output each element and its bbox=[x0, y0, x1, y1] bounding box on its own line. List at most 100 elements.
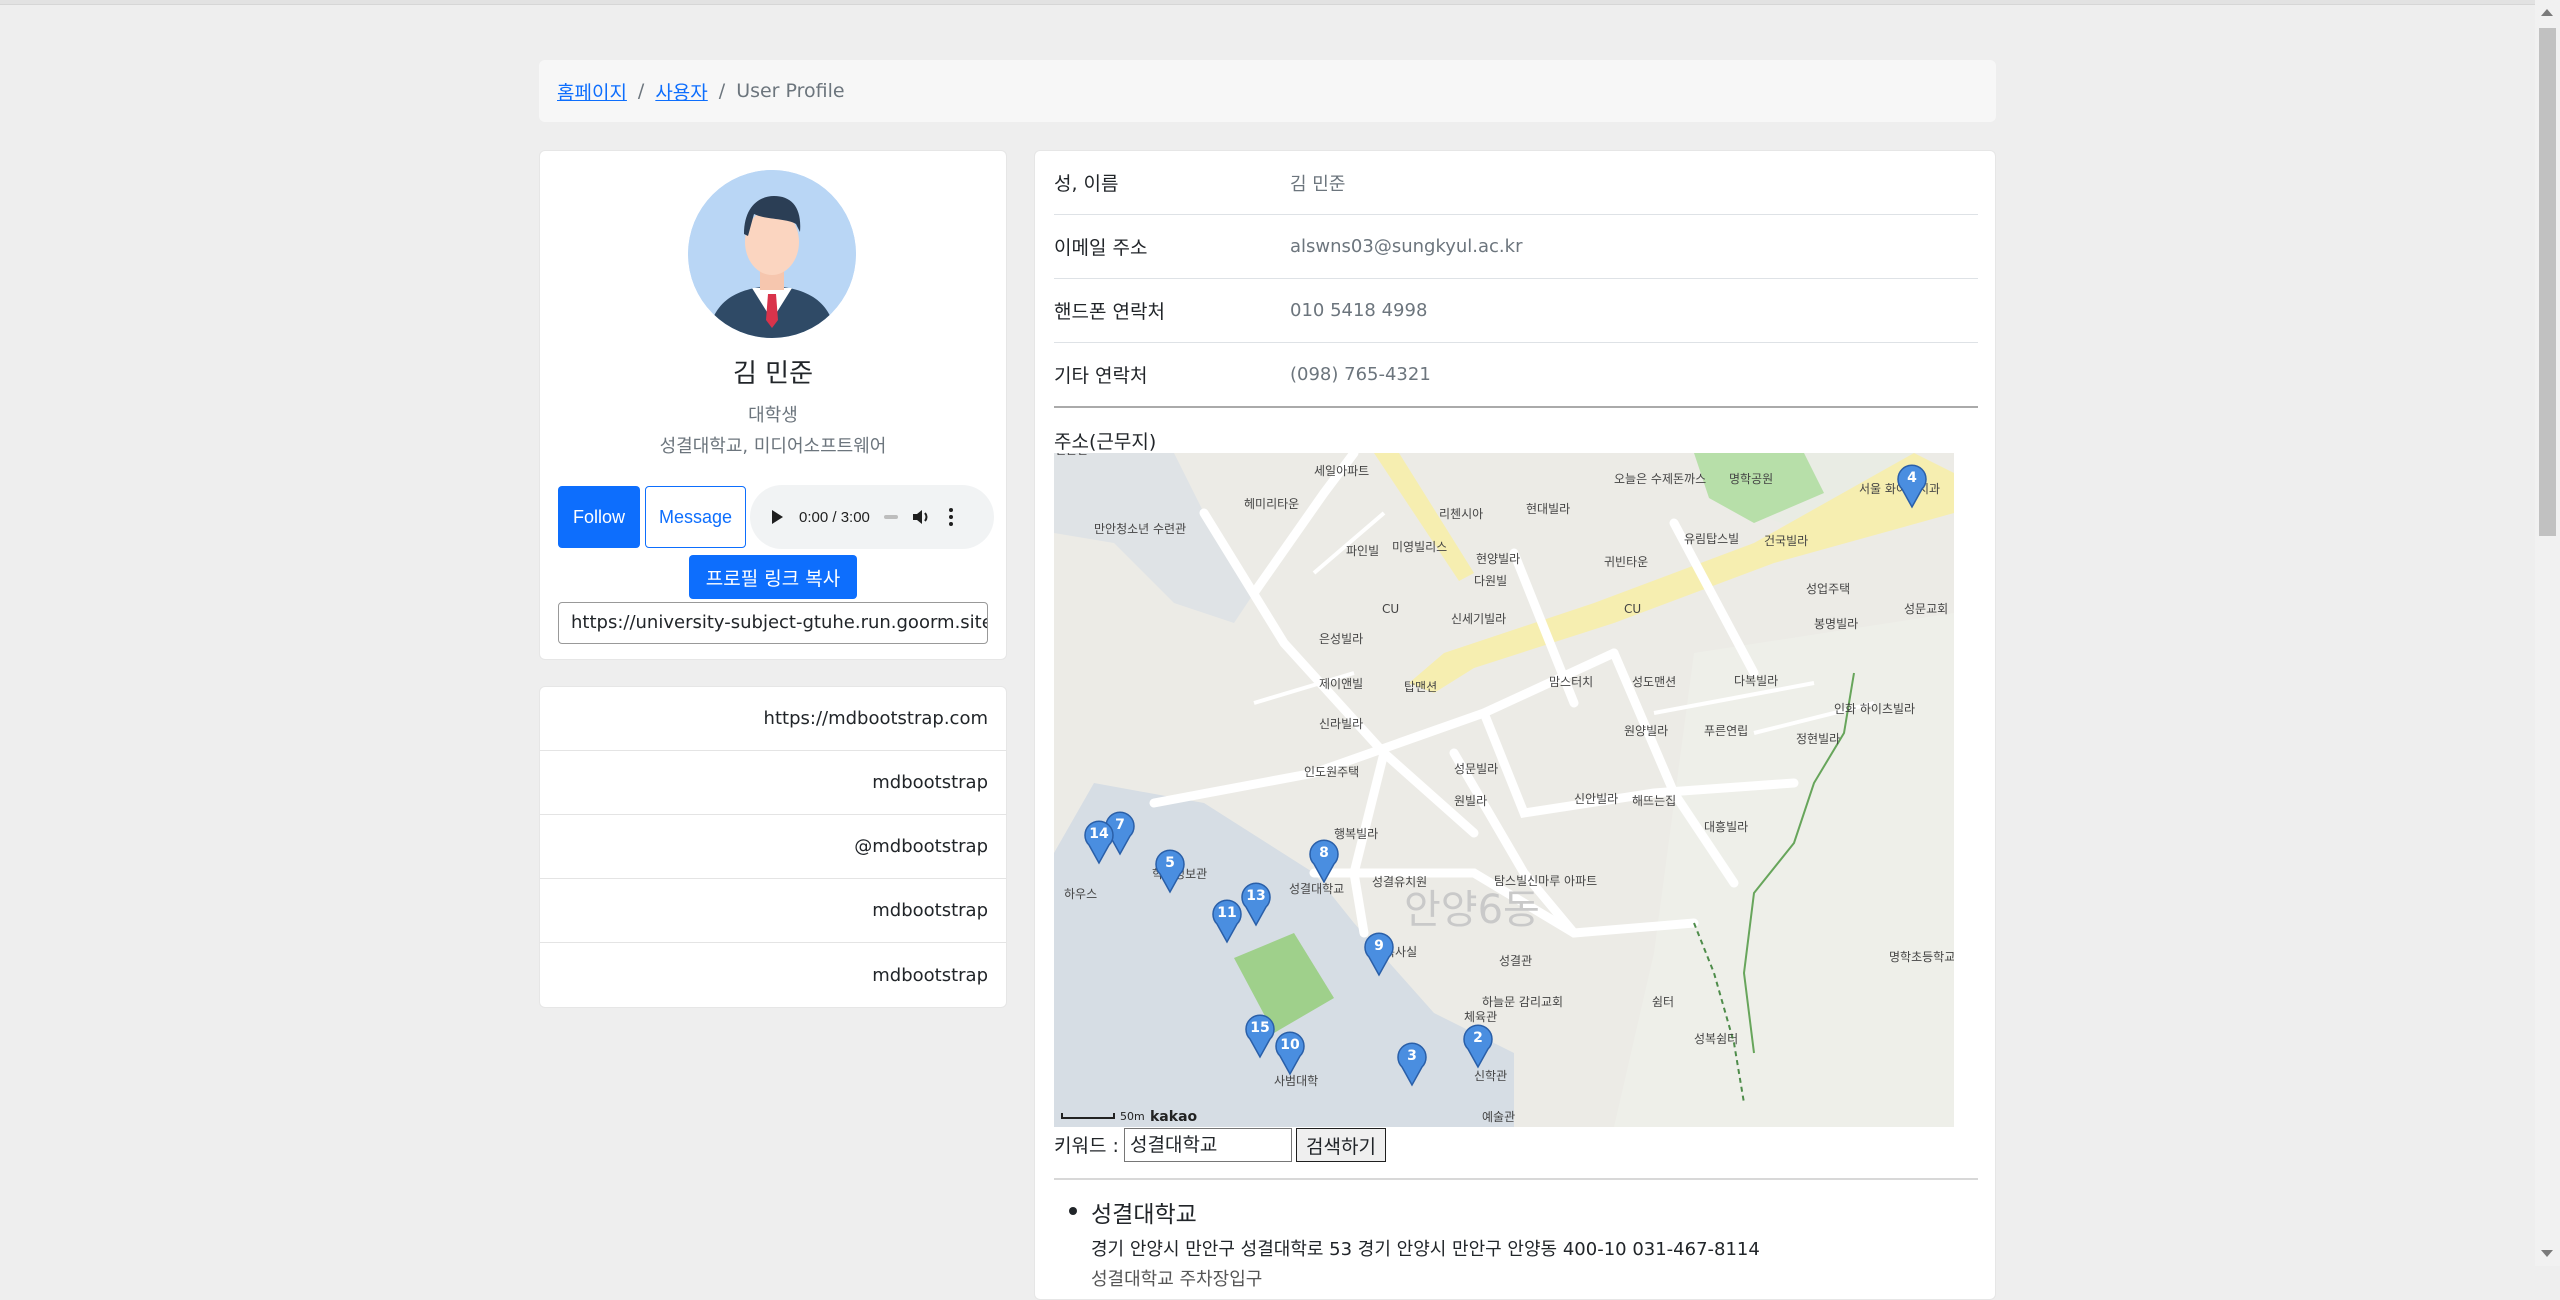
map-place-label: 현양빌라 bbox=[1476, 552, 1520, 566]
breadcrumb: 홈페이지 / 사용자 / User Profile bbox=[539, 60, 1996, 122]
info-value: alswns03@sungkyul.ac.kr bbox=[1290, 236, 1523, 257]
scrollbar-thumb[interactable] bbox=[2539, 28, 2556, 536]
volume-icon[interactable] bbox=[911, 507, 931, 527]
map-place-label: 체육관 bbox=[1464, 1010, 1497, 1024]
profile-organization: 성결대학교, 미디어소프트웨어 bbox=[659, 436, 887, 457]
map-place-label: 성복쉼터 bbox=[1694, 1032, 1738, 1046]
message-button[interactable]: Message bbox=[645, 486, 746, 548]
result-title[interactable]: 성결대학교 bbox=[1091, 1195, 1197, 1229]
info-row-name: 성, 이름 김 민준 bbox=[1054, 151, 1978, 215]
map-place-label: 쉼터 bbox=[1652, 995, 1674, 1009]
map-place-label: 신안빌라 bbox=[1574, 792, 1618, 806]
map-place-label: 제이앤빌 bbox=[1319, 677, 1363, 691]
kakao-map[interactable]: 안양6동 세일아파트 오늘은 수제돈까스 명학공원 서울 화이트치과 헤미리타운 리첸시아… bbox=[1054, 453, 1954, 1127]
info-value: 010 5418 4998 bbox=[1290, 300, 1428, 321]
avatar-person-icon bbox=[688, 170, 856, 338]
search-button[interactable]: 검색하기 bbox=[1296, 1128, 1386, 1162]
breadcrumb-users-link[interactable]: 사용자 bbox=[655, 78, 707, 105]
social-link-instagram[interactable]: mdbootstrap bbox=[540, 879, 1006, 943]
map-canvas[interactable]: 안양6동 세일아파트오늘은 수제돈까스 명학공원서울 화이트치과헤미리타운리첸시아… bbox=[1054, 453, 1954, 1127]
social-link-facebook[interactable]: mdbootstrap bbox=[540, 943, 1006, 1007]
social-link-github[interactable]: mdbootstrap bbox=[540, 751, 1006, 815]
audio-player: 0:00 / 3:00 bbox=[750, 485, 994, 549]
audio-progress-bar[interactable] bbox=[883, 515, 898, 519]
map-place-label: 푸른연립 bbox=[1704, 724, 1748, 738]
map-scale-label: 50m bbox=[1120, 1110, 1145, 1123]
social-link-twitter[interactable]: @mdbootstrap bbox=[540, 815, 1006, 879]
kakao-logo: kakao bbox=[1150, 1109, 1198, 1125]
result-address: 경기 안양시 만안구 성결대학로 53 경기 안양시 만안구 안양동 400-1… bbox=[1091, 1239, 1760, 1260]
keyword-label: 키워드 : bbox=[1054, 1135, 1119, 1157]
divider bbox=[1054, 406, 1978, 408]
play-icon[interactable] bbox=[772, 510, 783, 524]
info-row-email: 이메일 주소 alswns03@sungkyul.ac.kr bbox=[1054, 215, 1978, 279]
map-place-label: 원양빌라 bbox=[1624, 724, 1668, 738]
map-marker-number: 3 bbox=[1407, 1048, 1417, 1064]
breadcrumb-home-link[interactable]: 홈페이지 bbox=[557, 78, 627, 105]
breadcrumb-separator: / bbox=[718, 80, 726, 102]
map-place-label: 봉명빌라 bbox=[1814, 617, 1858, 631]
info-label: 이메일 주소 bbox=[1054, 237, 1148, 259]
more-options-icon[interactable] bbox=[948, 508, 953, 526]
keyword-input[interactable]: 성결대학교 bbox=[1124, 1128, 1292, 1162]
map-place-label: 성문교회 bbox=[1904, 602, 1948, 616]
map-place-label: 은성빌라 bbox=[1319, 632, 1363, 646]
map-place-label: 헤미리타운 bbox=[1244, 497, 1299, 511]
profile-card: 김 민준 대학생 성결대학교, 미디어소프트웨어 Follow Message … bbox=[539, 150, 1007, 660]
map-place-label: 미영빌리스 bbox=[1392, 540, 1447, 554]
map-place-label: 성업주택 bbox=[1806, 582, 1850, 596]
window-top-border bbox=[0, 0, 2535, 5]
info-row-phone: 핸드폰 연락처 010 5418 4998 bbox=[1054, 279, 1978, 343]
map-marker-number: 5 bbox=[1165, 855, 1175, 871]
map-place-label: 성결관 bbox=[1499, 954, 1532, 968]
scroll-up-icon[interactable] bbox=[2541, 9, 2553, 16]
map-place-label: 사범대학 bbox=[1274, 1074, 1318, 1088]
map-marker-number: 2 bbox=[1473, 1030, 1483, 1046]
copy-profile-link-button[interactable]: 프로필 링크 복사 bbox=[689, 555, 857, 599]
map-place-label: 다복빌라 bbox=[1734, 674, 1778, 688]
map-place-label: 현대빌라 bbox=[1526, 502, 1570, 516]
info-label: 기타 연락처 bbox=[1054, 365, 1148, 387]
avatar bbox=[688, 170, 856, 338]
page-scrollbar[interactable] bbox=[2535, 0, 2560, 1266]
map-marker-number: 13 bbox=[1246, 888, 1265, 904]
map-marker-number: 9 bbox=[1374, 938, 1384, 954]
scroll-down-icon[interactable] bbox=[2541, 1250, 2553, 1257]
map-marker-number: 7 bbox=[1115, 817, 1125, 833]
map-place-label: 파인빌 bbox=[1346, 544, 1379, 558]
map-place-label: 탑맨션 bbox=[1404, 680, 1437, 694]
breadcrumb-separator: / bbox=[637, 80, 645, 102]
info-label: 성, 이름 bbox=[1054, 173, 1119, 195]
map-place-label: 대흥빌라 bbox=[1704, 820, 1748, 834]
map-marker-number: 11 bbox=[1217, 905, 1236, 921]
map-place-label: 성결유치원 bbox=[1372, 875, 1427, 889]
map-place-label: 맘스터치 bbox=[1549, 675, 1593, 689]
map-marker-number: 14 bbox=[1089, 826, 1109, 842]
map-place-label: 해뜨는집 bbox=[1632, 794, 1676, 808]
map-marker-number: 10 bbox=[1280, 1037, 1300, 1053]
district-label: 안양6동 bbox=[1404, 887, 1540, 933]
follow-button[interactable]: Follow bbox=[558, 486, 640, 548]
audio-time: 0:00 / 3:00 bbox=[799, 508, 870, 526]
map-place-label: CU bbox=[1624, 602, 1641, 616]
list-bullet bbox=[1069, 1207, 1077, 1215]
profile-name: 김 민준 bbox=[732, 359, 814, 389]
map-place-label: 성문빌라 bbox=[1454, 762, 1498, 776]
map-place-label: 다원빌 bbox=[1474, 574, 1507, 588]
map-place-label: 탐스빌신마루 아파트 bbox=[1494, 874, 1597, 888]
map-place-label: 인화 하이츠빌라 bbox=[1834, 702, 1915, 716]
map-place-label: 행복빌라 bbox=[1334, 826, 1378, 841]
map-place-label: 예술관 bbox=[1482, 1110, 1515, 1124]
breadcrumb-current: User Profile bbox=[736, 80, 845, 102]
user-info-card: 성, 이름 김 민준 이메일 주소 alswns03@sungkyul.ac.k… bbox=[1034, 150, 1996, 1300]
map-place-label: 명학초등학교 bbox=[1889, 950, 1954, 964]
profile-role: 대학생 bbox=[748, 405, 798, 426]
map-place-label: 인문관 bbox=[1055, 453, 1088, 457]
map-place-label: 하늘문 감리교회 bbox=[1482, 995, 1563, 1009]
info-value: (098) 765-4321 bbox=[1290, 364, 1431, 385]
map-place-label: 리첸시아 bbox=[1439, 507, 1483, 521]
map-place-label: 신라빌라 bbox=[1319, 717, 1363, 731]
map-place-label: 유림탑스빌 bbox=[1684, 532, 1739, 546]
social-link-website[interactable]: https://mdbootstrap.com bbox=[540, 687, 1006, 751]
profile-link-field[interactable]: https://university-subject-gtuhe.run.goo… bbox=[558, 602, 988, 644]
